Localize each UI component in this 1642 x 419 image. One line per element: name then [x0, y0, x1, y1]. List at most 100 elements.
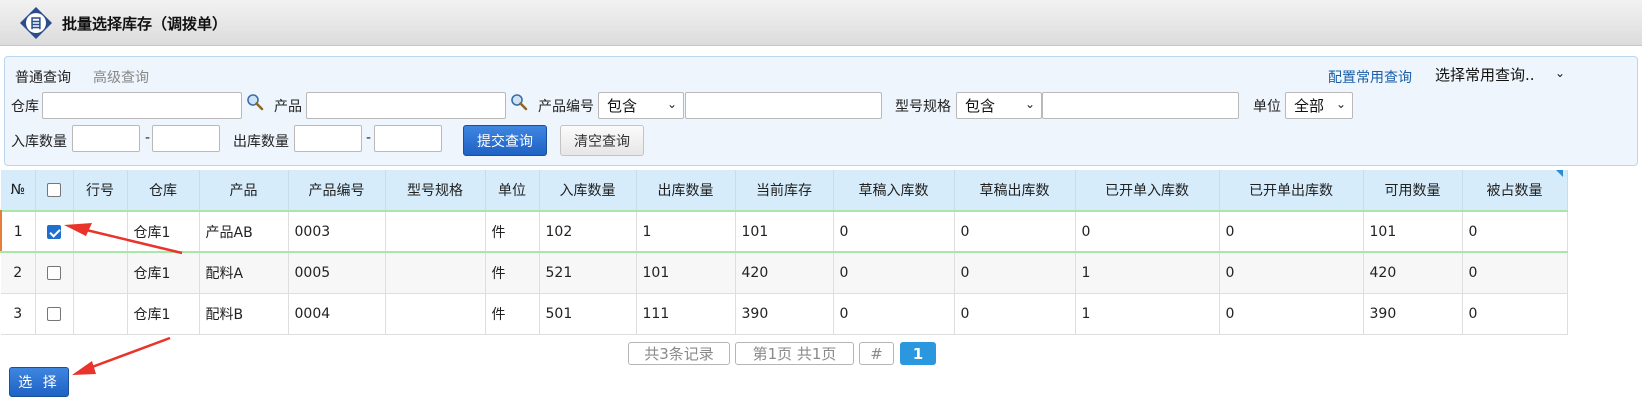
cell-available: 101 [1363, 210, 1463, 253]
select-all-checkbox[interactable] [47, 183, 61, 197]
pager-jump-button[interactable]: # [859, 342, 894, 365]
page-title: 批量选择库存（调拨单） [62, 15, 228, 33]
cell-draft-in: 0 [833, 210, 955, 253]
title-bar: 目 批量选择库存（调拨单） [0, 0, 1642, 46]
unit-select[interactable]: 全部 ⌄ [1285, 92, 1353, 119]
out-qty-to-input[interactable] [374, 125, 442, 152]
col-header-model[interactable]: 型号规格 [385, 170, 486, 211]
cell-occupied: 0 [1462, 252, 1568, 294]
product-code-label: 产品编号 [538, 99, 594, 115]
inventory-table: № 行号 仓库 产品 产品编号 型号规格 单位 入库数量 出库数量 当前库存 草… [0, 170, 1568, 335]
cell-stock: 390 [735, 293, 834, 335]
row-checkbox[interactable] [47, 224, 61, 239]
cell-warehouse: 仓库1 [127, 210, 200, 253]
tab-advanced-query[interactable]: 高级查询 [93, 67, 149, 87]
product-input[interactable] [306, 92, 506, 119]
table-row[interactable]: 3 仓库1 配料B 0004 件 501 111 390 0 0 1 0 390… [1, 293, 1568, 335]
col-header-unit[interactable]: 单位 [485, 170, 540, 211]
col-header-draft-in[interactable]: 草稿入库数 [833, 170, 955, 211]
warehouse-input[interactable] [42, 92, 242, 119]
col-header-occupied[interactable]: 被占数量 [1462, 170, 1568, 211]
col-header-available[interactable]: 可用数量 [1363, 170, 1463, 211]
cell-out-qty: 111 [636, 293, 736, 335]
cell-in-qty: 102 [539, 210, 637, 253]
cell-select[interactable] [35, 293, 74, 335]
col-header-warehouse[interactable]: 仓库 [127, 170, 200, 211]
annotation-arrow-icon [72, 336, 171, 375]
model-op-value: 包含 [965, 97, 996, 115]
col-header-stock[interactable]: 当前库存 [735, 170, 834, 211]
cell-product-code: 0005 [288, 252, 386, 294]
table-header-row: № 行号 仓库 产品 产品编号 型号规格 单位 入库数量 出库数量 当前库存 草… [1, 170, 1568, 211]
choose-button[interactable]: 选 择 [9, 367, 69, 397]
search-icon[interactable] [510, 93, 528, 111]
cell-no: 2 [1, 252, 36, 294]
out-qty-label: 出库数量 [233, 134, 289, 150]
out-qty-from-input[interactable] [294, 125, 362, 152]
cell-billed-in: 1 [1075, 293, 1220, 335]
col-header-billed-in[interactable]: 已开单入库数 [1075, 170, 1220, 211]
product-code-op-select[interactable]: 包含 ⌄ [598, 92, 684, 119]
cell-out-qty: 101 [636, 252, 736, 294]
range-separator: - [366, 130, 372, 146]
cell-warehouse: 仓库1 [127, 252, 200, 294]
product-code-op-value: 包含 [607, 97, 638, 115]
table-row[interactable]: 1 仓库1 产品AB 0003 件 102 1 101 0 0 0 0 101 … [0, 210, 1568, 253]
unit-value: 全部 [1294, 97, 1325, 115]
cell-select[interactable] [35, 210, 74, 253]
cell-line [73, 293, 128, 335]
col-header-product[interactable]: 产品 [199, 170, 289, 211]
cell-unit: 件 [485, 293, 540, 335]
chevron-down-icon: ⌄ [666, 97, 677, 111]
warehouse-label: 仓库 [11, 99, 39, 115]
cell-billed-out: 0 [1219, 293, 1364, 335]
chevron-down-icon: ⌄ [1335, 97, 1346, 111]
in-qty-label: 入库数量 [11, 134, 67, 150]
model-input[interactable] [1042, 92, 1239, 119]
column-menu-corner-icon[interactable] [1556, 170, 1563, 177]
col-header-product-code[interactable]: 产品编号 [288, 170, 386, 211]
cell-out-qty: 1 [636, 210, 736, 253]
cell-product-code: 0003 [288, 210, 386, 253]
cell-occupied: 0 [1462, 293, 1568, 335]
cell-select[interactable] [35, 252, 74, 294]
model-op-select[interactable]: 包含 ⌄ [956, 92, 1042, 119]
cell-in-qty: 521 [539, 252, 637, 294]
row-checkbox[interactable] [47, 265, 61, 280]
pager-page-1[interactable]: 1 [900, 342, 936, 365]
submit-query-button[interactable]: 提交查询 [463, 125, 547, 156]
col-header-billed-out[interactable]: 已开单出库数 [1219, 170, 1364, 211]
cell-no: 1 [0, 210, 36, 253]
app-logo-glyph: 目 [29, 17, 42, 32]
tab-normal-query[interactable]: 普通查询 [15, 67, 71, 87]
table-row[interactable]: 2 仓库1 配料A 0005 件 521 101 420 0 0 1 0 420… [1, 252, 1568, 294]
cell-product: 配料A [199, 252, 289, 294]
cell-draft-in: 0 [833, 252, 955, 294]
cell-warehouse: 仓库1 [127, 293, 200, 335]
cell-unit: 件 [485, 252, 540, 294]
cell-billed-out: 0 [1219, 252, 1364, 294]
in-qty-to-input[interactable] [152, 125, 220, 152]
cell-in-qty: 501 [539, 293, 637, 335]
cell-occupied: 0 [1462, 210, 1568, 253]
in-qty-from-input[interactable] [72, 125, 140, 152]
col-header-line[interactable]: 行号 [73, 170, 128, 211]
config-common-query-link[interactable]: 配置常用查询 [1328, 67, 1412, 87]
row-checkbox[interactable] [47, 306, 61, 321]
col-header-draft-out[interactable]: 草稿出库数 [954, 170, 1076, 211]
search-icon[interactable] [246, 93, 264, 111]
clear-query-button[interactable]: 清空查询 [560, 125, 644, 156]
col-header-select-all[interactable] [35, 170, 74, 211]
unit-label: 单位 [1253, 99, 1281, 115]
col-header-out-qty[interactable]: 出库数量 [636, 170, 736, 211]
common-query-select[interactable]: 选择常用查询.. ⌄ [1435, 61, 1567, 87]
cell-product-code: 0004 [288, 293, 386, 335]
cell-stock: 101 [735, 210, 834, 253]
product-code-input[interactable] [685, 92, 882, 119]
chevron-down-icon: ⌄ [1554, 66, 1565, 80]
col-header-in-qty[interactable]: 入库数量 [539, 170, 637, 211]
cell-line [73, 252, 128, 294]
cell-available: 390 [1363, 293, 1463, 335]
cell-product: 产品AB [199, 210, 289, 253]
model-label: 型号规格 [895, 99, 951, 115]
